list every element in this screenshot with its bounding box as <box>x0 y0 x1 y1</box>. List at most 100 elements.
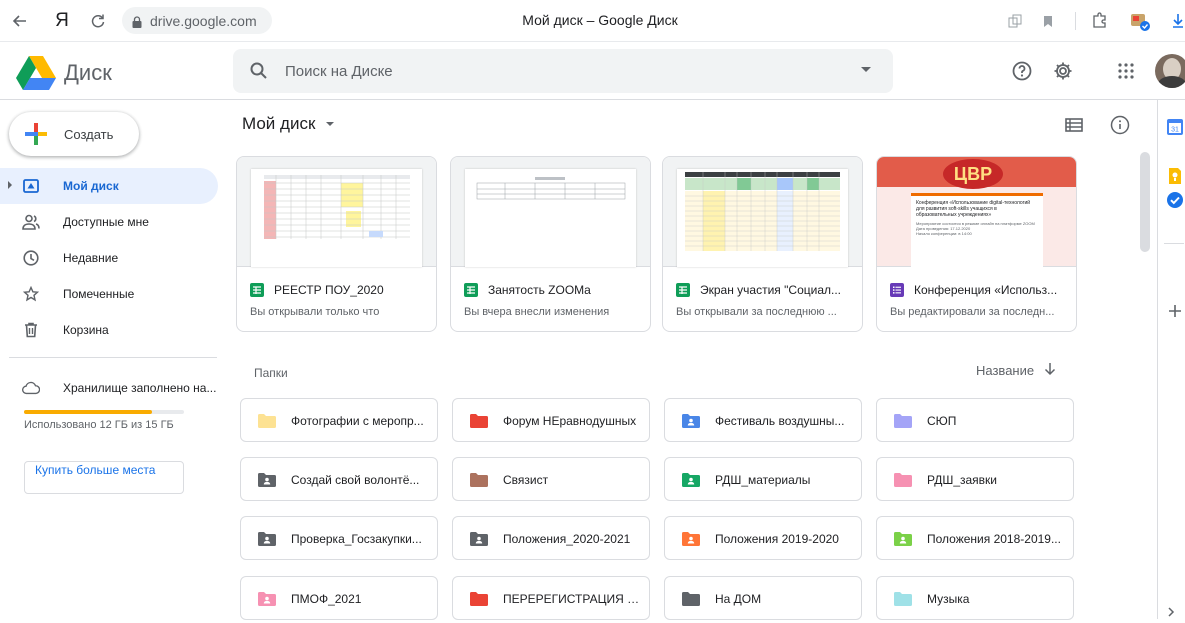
folder-tile[interactable]: ПМОФ_2021 <box>240 576 438 620</box>
folder-name: СЮП <box>927 414 957 428</box>
keep-icon[interactable] <box>1166 167 1184 185</box>
create-button[interactable]: Создать <box>9 112 139 156</box>
back-arrow-icon[interactable] <box>8 9 32 33</box>
extensions-icon[interactable] <box>1088 9 1112 33</box>
folder-name: Положения 2019-2020 <box>715 532 839 546</box>
quick-access-card[interactable]: Экран участия "Социал... Вы открывали за… <box>662 156 863 332</box>
google-sheets-icon <box>250 283 264 297</box>
url-text: drive.google.com <box>150 12 257 29</box>
folder-tile[interactable]: РДШ_заявки <box>876 457 1074 501</box>
expand-panel-chevron-icon[interactable] <box>1166 605 1184 623</box>
product-name[interactable]: Диск <box>64 60 112 86</box>
storage-progress-fill <box>24 410 152 414</box>
shared-folder-icon <box>682 473 700 487</box>
search-input[interactable] <box>285 49 845 93</box>
folders-section-label: Папки <box>254 366 288 380</box>
account-avatar[interactable] <box>1155 54 1185 88</box>
search-options-caret-icon[interactable] <box>861 67 871 72</box>
folder-tile[interactable]: Фестиваль воздушны... <box>664 398 862 442</box>
sort-arrow-down-icon[interactable] <box>1044 362 1056 379</box>
folder-tile[interactable]: ПЕРЕРЕГИСТРАЦИЯ 2... <box>452 576 650 620</box>
search-icon[interactable] <box>249 61 269 81</box>
yandex-logo-icon[interactable]: Я <box>50 9 74 33</box>
side-panel-divider <box>1164 243 1184 244</box>
folder-icon <box>894 592 912 606</box>
extension-badge-icon[interactable] <box>1128 9 1152 33</box>
main-content: Мой диск РЕЕСТР ПОУ_2020 Вы открывали то… <box>232 100 1137 620</box>
shared-folder-icon <box>682 414 700 428</box>
storage-label: Хранилище заполнено на... <box>63 381 217 395</box>
settings-gear-icon[interactable] <box>1051 59 1075 83</box>
google-forms-icon <box>890 283 904 297</box>
sidebar-item-recent[interactable]: Недавние <box>0 240 218 276</box>
sidebar-item-storage[interactable]: Хранилище заполнено на... <box>0 370 218 400</box>
sort-label: Название <box>976 363 1035 378</box>
info-icon[interactable] <box>1108 113 1132 137</box>
google-drive-logo-icon[interactable] <box>16 54 56 90</box>
folder-tile[interactable]: СЮП <box>876 398 1074 442</box>
shared-folder-icon <box>258 473 276 487</box>
toolbar-divider <box>1075 12 1076 30</box>
address-bar[interactable]: drive.google.com <box>122 7 272 34</box>
folder-icon <box>258 414 276 428</box>
folder-tile[interactable]: Фотографии с меропр... <box>240 398 438 442</box>
spreadsheet-preview <box>465 169 636 267</box>
expand-caret-icon[interactable] <box>8 181 12 189</box>
sidebar-item-label: Доступные мне <box>63 215 149 229</box>
folder-icon <box>470 592 488 606</box>
tab-manager-icon[interactable] <box>1003 9 1027 33</box>
buy-storage-button[interactable]: Купить больше места <box>24 461 184 494</box>
folder-name: Проверка_Госзакупки... <box>291 532 422 546</box>
shared-folder-icon <box>682 532 700 546</box>
title-dropdown-caret-icon[interactable] <box>326 122 334 126</box>
folder-tile[interactable]: Положения_2020-2021 <box>452 516 650 560</box>
quick-access-card[interactable]: ЦВР Конференция «Использование digital-т… <box>876 156 1077 332</box>
folder-icon <box>470 414 488 428</box>
help-icon[interactable] <box>1010 59 1034 83</box>
folder-tile[interactable]: Связист <box>452 457 650 501</box>
calendar-icon[interactable]: 31 <box>1166 118 1184 136</box>
folder-tile[interactable]: Положения 2019-2020 <box>664 516 862 560</box>
apps-grid-icon[interactable] <box>1114 59 1138 83</box>
sidebar-item-my-drive[interactable]: Мой диск <box>0 168 218 204</box>
sidebar-item-shared[interactable]: Доступные мне <box>0 204 218 240</box>
add-addon-icon[interactable] <box>1166 302 1184 320</box>
sidebar-item-starred[interactable]: Помеченные <box>0 276 218 312</box>
reload-icon[interactable] <box>86 9 110 33</box>
list-view-icon[interactable] <box>1062 113 1086 137</box>
sort-by-name-control[interactable]: Название <box>976 362 1056 379</box>
tasks-icon[interactable] <box>1166 191 1184 209</box>
file-name: Экран участия "Социал... <box>700 283 841 297</box>
file-activity: Вы открывали за последнюю ... <box>676 306 837 318</box>
folder-tile[interactable]: На ДОМ <box>664 576 862 620</box>
main-scrollbar-thumb[interactable] <box>1140 152 1150 252</box>
folder-tile[interactable]: Проверка_Госзакупки... <box>240 516 438 560</box>
folder-tile[interactable]: Форум НЕравнодушных <box>452 398 650 442</box>
google-sheets-icon <box>464 283 478 297</box>
folder-tile[interactable]: Положения 2018-2019... <box>876 516 1074 560</box>
quick-access-card[interactable]: РЕЕСТР ПОУ_2020 Вы открывали только что <box>236 156 437 332</box>
plus-icon <box>25 123 47 145</box>
page-title[interactable]: Мой диск <box>242 114 315 134</box>
google-sheets-icon <box>676 283 690 297</box>
folder-name: РДШ_заявки <box>927 473 998 487</box>
search-box[interactable] <box>233 49 893 93</box>
file-name: Занятость ZOOMa <box>488 283 591 297</box>
sidebar-item-trash[interactable]: Корзина <box>0 312 218 348</box>
form-line: Начало конференции: в 14:00 <box>916 231 972 236</box>
file-thumbnail <box>237 157 436 267</box>
quick-access-card[interactable]: Занятость ZOOMa Вы вчера внесли изменени… <box>450 156 651 332</box>
storage-progress-bar <box>24 410 184 414</box>
bookmark-icon[interactable] <box>1036 9 1060 33</box>
download-icon[interactable] <box>1166 9 1185 33</box>
folder-tile[interactable]: РДШ_материалы <box>664 457 862 501</box>
folder-name: Положения_2020-2021 <box>503 532 631 546</box>
sidebar-item-label: Помеченные <box>63 287 135 301</box>
app-header: Диск <box>0 42 1185 100</box>
sidebar-divider <box>9 357 217 358</box>
shared-folder-icon <box>258 532 276 546</box>
folder-tile[interactable]: Музыка <box>876 576 1074 620</box>
folder-name: Создай свой волонтё... <box>291 473 420 487</box>
file-name: РЕЕСТР ПОУ_2020 <box>274 283 384 297</box>
folder-tile[interactable]: Создай свой волонтё... <box>240 457 438 501</box>
